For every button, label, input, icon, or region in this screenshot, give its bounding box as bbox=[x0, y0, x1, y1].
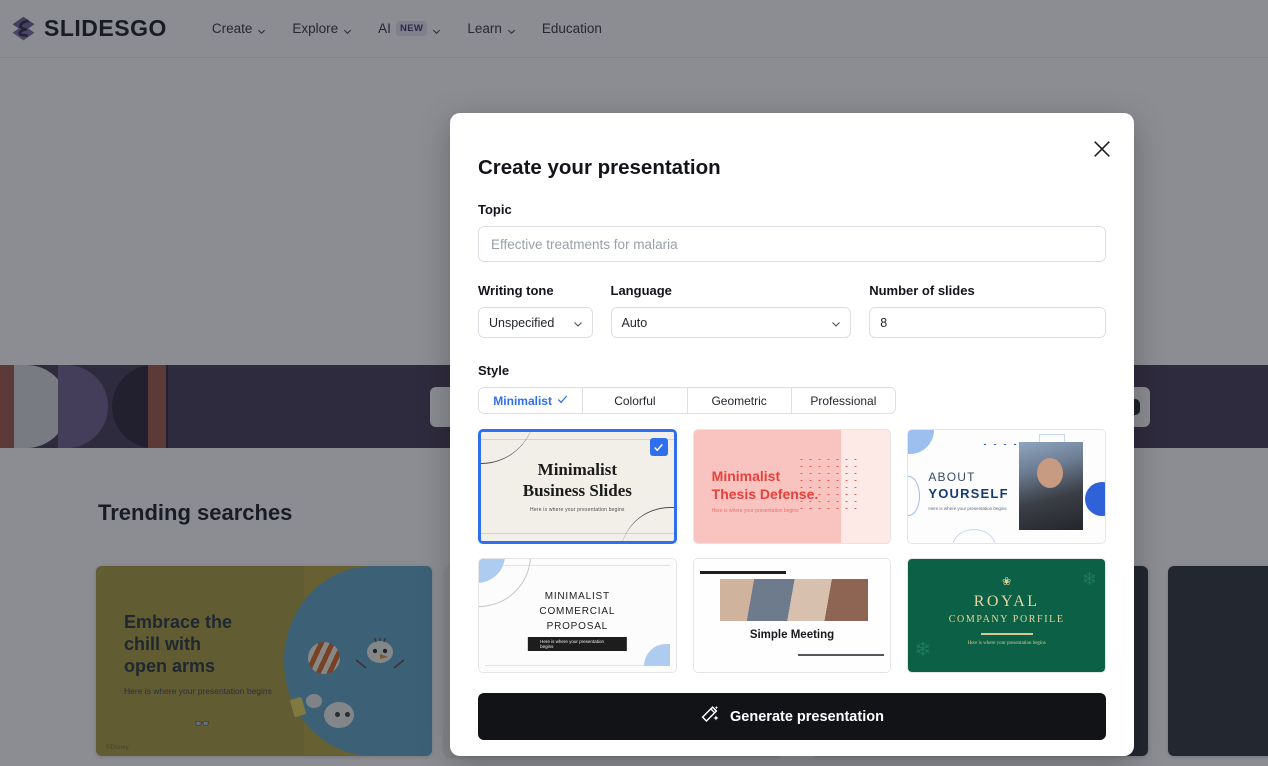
thumb-title-line2: COMPANY PORFILE bbox=[908, 614, 1105, 625]
template-thumb-minimalist-thesis-defense[interactable]: Minimalist Thesis Defense. Here is where… bbox=[693, 429, 892, 544]
chevron-down-icon bbox=[831, 318, 840, 327]
deco-ring bbox=[952, 529, 996, 544]
deco-rule-top bbox=[700, 571, 786, 574]
tab-minimalist-label: Minimalist bbox=[493, 394, 552, 408]
topic-placeholder: Effective treatments for malaria bbox=[491, 237, 678, 252]
language-value: Auto bbox=[622, 316, 648, 330]
thumb-artwork: Simple Meeting bbox=[694, 559, 891, 672]
language-select[interactable]: Auto bbox=[611, 307, 852, 338]
topic-field-group: Topic Effective treatments for malaria bbox=[478, 202, 1106, 262]
thumb-title-line2: YOURSELF bbox=[928, 486, 1008, 501]
thumb-title-line1: ABOUT bbox=[928, 470, 975, 484]
thumb-title-line3: PROPOSAL bbox=[547, 621, 608, 632]
thumb-subtitle: Here is where your presentation begins bbox=[908, 641, 1105, 646]
tab-minimalist[interactable]: Minimalist bbox=[479, 388, 583, 413]
generate-presentation-button[interactable]: Generate presentation bbox=[478, 693, 1106, 740]
tab-geometric-label: Geometric bbox=[711, 394, 766, 408]
thumb-title: Minimalist Thesis Defense. bbox=[712, 468, 819, 503]
tab-professional-label: Professional bbox=[810, 394, 876, 408]
thumb-photo bbox=[1019, 442, 1083, 530]
thumb-artwork: ❄ ❄ ❀ ROYAL COMPANY PORFILE Here is wher… bbox=[908, 559, 1105, 672]
language-label: Language bbox=[611, 283, 852, 298]
thumb-title-line1: MINIMALIST bbox=[545, 591, 610, 602]
template-thumb-minimalist-commercial-proposal[interactable]: MINIMALIST COMMERCIAL PROPOSAL Here is w… bbox=[478, 558, 677, 673]
app-root: SLIDESGO Create Explore AI NEW bbox=[0, 0, 1268, 766]
tab-colorful-label: Colorful bbox=[614, 394, 655, 408]
thumb-title-line2: Thesis Defense. bbox=[712, 486, 819, 502]
template-thumb-minimalist-business-slides[interactable]: Minimalist Business Slides Here is where… bbox=[478, 429, 677, 544]
thumb-selected-check-icon[interactable] bbox=[650, 438, 668, 456]
thumb-title-line2: Business Slides bbox=[523, 481, 632, 500]
writing-tone-value: Unspecified bbox=[489, 316, 554, 330]
deco-quarter-circle bbox=[908, 430, 934, 454]
writing-tone-group: Writing tone Unspecified bbox=[478, 283, 593, 338]
thumb-artwork: Minimalist Business Slides Here is where… bbox=[481, 432, 674, 541]
thumb-title-line2: COMMERCIAL bbox=[539, 606, 615, 617]
template-thumb-simple-meeting[interactable]: Simple Meeting bbox=[693, 558, 892, 673]
template-thumb-about-yourself[interactable]: ABOUT YOURSELF Here is where your presen… bbox=[907, 429, 1106, 544]
language-group: Language Auto bbox=[611, 283, 852, 338]
ornament-icon: ❀ bbox=[908, 575, 1105, 588]
thumb-artwork: ABOUT YOURSELF Here is where your presen… bbox=[908, 430, 1105, 543]
thumb-title-line1: Minimalist bbox=[712, 468, 780, 484]
close-icon[interactable] bbox=[1089, 136, 1115, 162]
check-icon bbox=[557, 394, 568, 408]
create-presentation-modal: Create your presentation Topic Effective… bbox=[450, 113, 1134, 756]
template-thumb-royal-company-porfile[interactable]: ❄ ❄ ❀ ROYAL COMPANY PORFILE Here is wher… bbox=[907, 558, 1106, 673]
deco-rule-bottom bbox=[798, 654, 884, 657]
style-tabs: Minimalist Colorful Geometric Profession… bbox=[478, 387, 896, 414]
magic-wand-icon bbox=[700, 705, 719, 728]
thumb-artwork: Minimalist Thesis Defense. Here is where… bbox=[694, 430, 891, 543]
thumb-subtitle: Here is where your presentation begins bbox=[528, 637, 626, 651]
options-row: Writing tone Unspecified Language Auto bbox=[478, 283, 1106, 338]
number-of-slides-label: Number of slides bbox=[869, 283, 1106, 298]
thumb-title-line1: Simple Meeting bbox=[694, 629, 891, 641]
chevron-down-icon bbox=[573, 318, 582, 327]
generate-presentation-label: Generate presentation bbox=[730, 709, 884, 725]
number-of-slides-value: 8 bbox=[880, 316, 887, 330]
number-of-slides-input[interactable]: 8 bbox=[869, 307, 1106, 338]
thumb-subtitle: Here is where your presentation begins bbox=[712, 508, 799, 514]
deco-line-bottom bbox=[485, 665, 670, 666]
thumb-title-line1: Minimalist bbox=[538, 460, 617, 479]
thumb-artwork: MINIMALIST COMMERCIAL PROPOSAL Here is w… bbox=[479, 559, 676, 672]
number-of-slides-group: Number of slides 8 bbox=[869, 283, 1106, 338]
deco-dots bbox=[980, 442, 1020, 446]
style-group: Style Minimalist Colorful Geometric Prof… bbox=[478, 363, 1106, 414]
thumb-subtitle: Here is where your presentation begins bbox=[928, 506, 1006, 511]
thumb-title: Minimalist Business Slides bbox=[481, 459, 674, 502]
thumb-photo bbox=[720, 579, 868, 621]
thumb-subtitle: Here is where your presentation begins bbox=[481, 507, 674, 513]
thumb-title-line1: ROYAL bbox=[908, 593, 1105, 611]
deco-divider bbox=[981, 633, 1033, 635]
writing-tone-select[interactable]: Unspecified bbox=[478, 307, 593, 338]
style-label: Style bbox=[478, 363, 1106, 378]
thumb-title: MINIMALIST COMMERCIAL PROPOSAL bbox=[479, 589, 676, 634]
tab-professional[interactable]: Professional bbox=[792, 388, 895, 413]
topic-label: Topic bbox=[478, 202, 1106, 217]
tab-geometric[interactable]: Geometric bbox=[688, 388, 792, 413]
tab-colorful[interactable]: Colorful bbox=[583, 388, 687, 413]
writing-tone-label: Writing tone bbox=[478, 283, 593, 298]
deco-circle-blue bbox=[1085, 482, 1106, 516]
topic-input[interactable]: Effective treatments for malaria bbox=[478, 226, 1106, 262]
modal-title: Create your presentation bbox=[478, 156, 1106, 180]
deco-ring bbox=[907, 476, 920, 516]
template-thumbnail-grid: Minimalist Business Slides Here is where… bbox=[478, 429, 1106, 673]
deco-quarter-circle-corner bbox=[644, 644, 670, 666]
